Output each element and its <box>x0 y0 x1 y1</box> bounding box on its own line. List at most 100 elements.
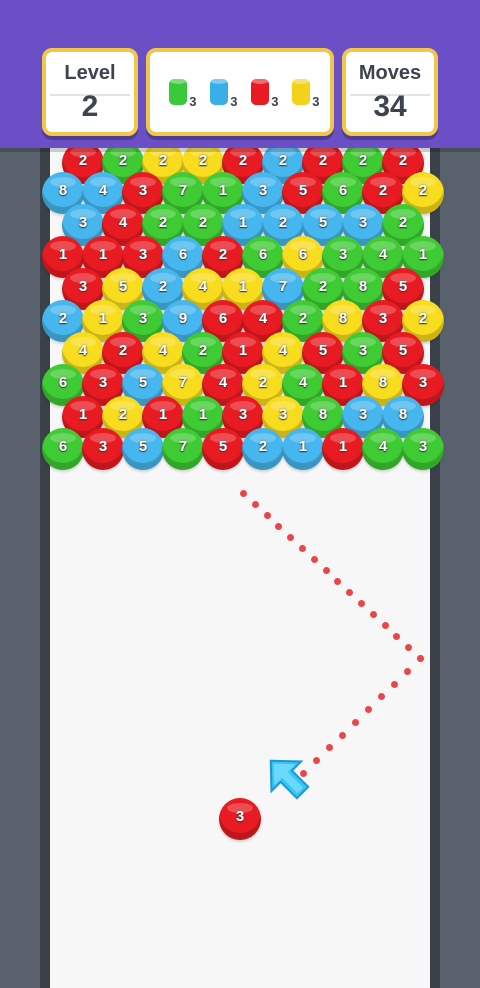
grid-bubble: 7 <box>162 428 204 470</box>
grid-bubble-value: 2 <box>418 310 428 327</box>
grid-bubble-value: 3 <box>418 374 428 391</box>
grid-bubble-value: 1 <box>58 246 68 263</box>
grid-bubble-value: 3 <box>78 214 88 231</box>
grid-bubble: 4 <box>362 428 404 470</box>
top-hud: Level 2 3 3 3 3 Moves 34 <box>0 0 480 148</box>
aim-dot <box>417 655 424 662</box>
goal-red-bubble-stack: 3 <box>249 75 279 109</box>
grid-bubble: 2 <box>242 428 284 470</box>
aim-dot <box>299 545 306 552</box>
grid-bubble-value: 1 <box>238 278 248 295</box>
grid-bubble-value: 5 <box>318 214 328 231</box>
grid-bubble-value: 5 <box>118 278 128 295</box>
grid-bubble-value: 9 <box>178 310 188 327</box>
aim-dot <box>404 667 411 675</box>
grid-bubble-value: 1 <box>98 310 108 327</box>
grid-bubble-value: 3 <box>98 374 108 391</box>
grid-bubble-value: 2 <box>298 310 308 327</box>
grid-bubble-value: 2 <box>198 342 208 359</box>
moves-label: Moves <box>358 62 422 84</box>
grid-bubble-value: 2 <box>318 152 328 169</box>
grid-bubble-value: 2 <box>198 152 208 169</box>
goal-count: 3 <box>312 94 320 109</box>
grid-bubble-value: 1 <box>338 374 348 391</box>
grid-bubble-value: 3 <box>378 310 388 327</box>
grid-bubble-value: 2 <box>278 214 288 231</box>
aim-dot <box>322 567 330 574</box>
grid-bubble-value: 4 <box>198 278 208 295</box>
grid-bubble-value: 4 <box>78 342 88 359</box>
grid-bubble-value: 4 <box>298 374 308 391</box>
grid-bubble-value: 2 <box>158 152 168 169</box>
grid-bubble-value: 6 <box>218 310 228 327</box>
goal-count: 3 <box>230 94 238 109</box>
grid-bubble-value: 5 <box>398 278 408 295</box>
yellow-bubble-stack-icon <box>291 76 310 105</box>
grid-bubble-value: 2 <box>418 182 428 199</box>
grid-bubble-value: 1 <box>298 438 308 455</box>
aim-dot <box>251 501 259 508</box>
grid-bubble-value: 1 <box>338 438 348 455</box>
grid-bubble-value: 2 <box>318 278 328 295</box>
grid-bubble-value: 6 <box>58 438 68 455</box>
grid-bubble: 3 <box>402 428 444 470</box>
grid-bubble-value: 1 <box>218 182 228 199</box>
grid-bubble-value: 8 <box>398 406 408 423</box>
grid-bubble-value: 3 <box>338 246 348 263</box>
grid-bubble-value: 3 <box>138 182 148 199</box>
aim-dot <box>263 512 271 519</box>
red-bubble-stack-icon <box>250 76 269 105</box>
grid-bubble-value: 4 <box>378 438 388 455</box>
grid-bubble-value: 5 <box>318 342 328 359</box>
grid-bubble-value: 3 <box>358 406 368 423</box>
grid-bubble-value: 2 <box>118 406 128 423</box>
grid-bubble-value: 6 <box>178 246 188 263</box>
aim-dot <box>358 600 365 607</box>
grid-bubble-value: 1 <box>418 246 428 263</box>
grid-bubble-value: 2 <box>378 182 388 199</box>
level-label: Level <box>64 62 116 84</box>
goal-green-bubble-stack: 3 <box>167 75 197 109</box>
grid-bubble-value: 5 <box>138 374 148 391</box>
grid-bubble-value: 8 <box>58 182 68 199</box>
grid-bubble-value: 2 <box>398 152 408 169</box>
grid-bubble-value: 3 <box>78 278 88 295</box>
grid-bubble-value: 6 <box>338 182 348 199</box>
grid-bubble-value: 2 <box>58 310 68 327</box>
right-wall <box>438 148 480 988</box>
grid-bubble: 5 <box>122 428 164 470</box>
grid-bubble-value: 4 <box>378 246 388 263</box>
grid-bubble-value: 5 <box>138 438 148 455</box>
grid-bubble-value: 7 <box>178 182 188 199</box>
grid-bubble-value: 5 <box>398 342 408 359</box>
level-panel: Level 2 <box>42 48 138 136</box>
grid-bubble-value: 6 <box>298 246 308 263</box>
grid-bubble-value: 1 <box>98 246 108 263</box>
grid-bubble: 6 <box>42 428 84 470</box>
aim-dot <box>339 731 346 739</box>
grid-bubble-value: 3 <box>258 182 268 199</box>
grid-bubble-value: 3 <box>138 246 148 263</box>
grid-bubble-value: 2 <box>258 438 268 455</box>
left-rail <box>40 148 50 988</box>
grid-bubble-value: 4 <box>158 342 168 359</box>
grid-bubble-value: 2 <box>78 152 88 169</box>
grid-bubble-value: 2 <box>398 214 408 231</box>
grid-bubble-value: 3 <box>238 406 248 423</box>
shooter-bubble[interactable]: 3 <box>219 798 261 840</box>
aim-dot <box>381 622 389 629</box>
grid-bubble-value: 2 <box>358 152 368 169</box>
goals-panel: 3 3 3 3 <box>146 48 334 136</box>
grid-bubble-value: 2 <box>238 152 248 169</box>
grid-bubble-value: 4 <box>98 182 108 199</box>
moves-panel: Moves 34 <box>342 48 438 136</box>
grid-bubble-value: 3 <box>358 214 368 231</box>
aim-dot <box>391 680 398 688</box>
level-value: 2 <box>81 90 99 123</box>
shooter-bubble-value: 3 <box>235 808 245 825</box>
goal-yellow-bubble-stack: 3 <box>290 75 320 109</box>
grid-bubble-value: 1 <box>158 406 168 423</box>
grid-bubble-value: 7 <box>178 374 188 391</box>
goal-count: 3 <box>189 94 197 109</box>
grid-bubble-value: 6 <box>58 374 68 391</box>
